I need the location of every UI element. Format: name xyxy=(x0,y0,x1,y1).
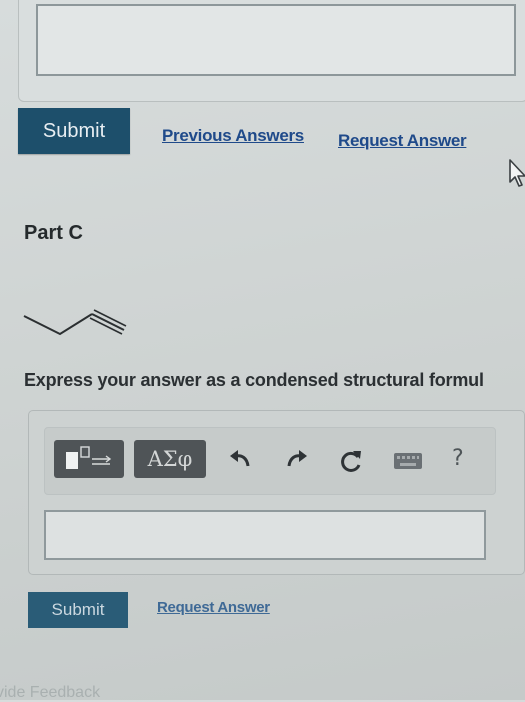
part-title: Part C xyxy=(24,222,83,244)
templates-button[interactable] xyxy=(54,440,124,478)
submit-button-part-c[interactable]: Submit xyxy=(28,592,128,628)
reset-icon[interactable] xyxy=(338,448,364,474)
mouse-pointer-icon xyxy=(509,159,525,187)
undo-icon[interactable] xyxy=(228,448,252,470)
provide-feedback-link[interactable]: vide Feedback xyxy=(0,684,100,702)
previous-answer-field[interactable] xyxy=(36,4,516,76)
keyboard-icon[interactable] xyxy=(393,452,423,470)
request-answer-link-part-b[interactable]: Request Answer xyxy=(338,131,467,151)
greek-symbols-button[interactable]: ΑΣφ xyxy=(134,440,206,478)
help-button[interactable]: ? xyxy=(452,446,464,471)
molecule-structure-image xyxy=(23,309,127,336)
previous-answers-link[interactable]: Previous Answers xyxy=(162,126,304,146)
request-answer-link-part-c[interactable]: Request Answer xyxy=(157,599,270,616)
instruction-text: Express your answer as a condensed struc… xyxy=(24,370,484,390)
templates-icon xyxy=(66,446,112,469)
redo-icon[interactable] xyxy=(285,448,309,470)
submit-button-part-b[interactable]: Submit xyxy=(18,108,130,154)
answer-input[interactable] xyxy=(44,510,486,560)
